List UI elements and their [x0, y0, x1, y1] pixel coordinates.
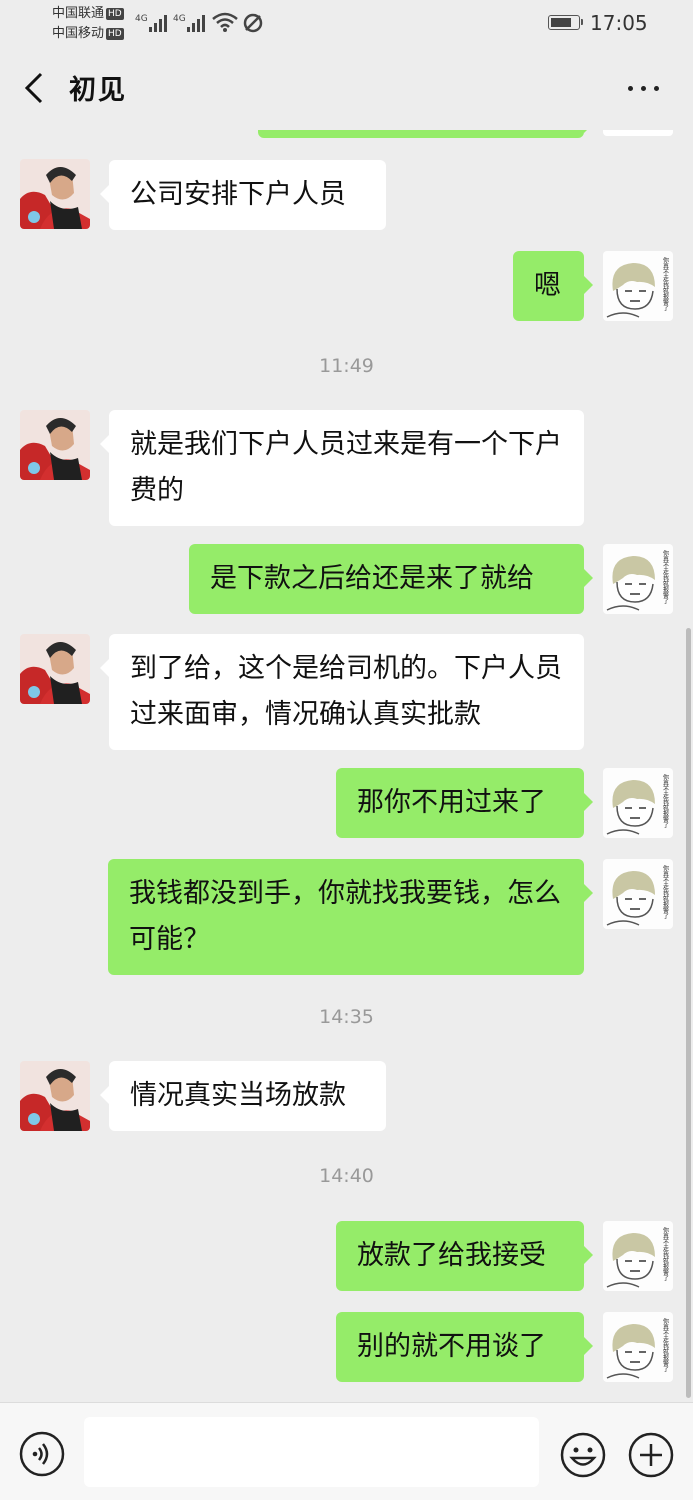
battery-icon — [548, 15, 583, 30]
contact-avatar-image — [20, 410, 90, 480]
message-bubble-in[interactable]: 到了给，这个是给司机的。下户人员过来面审，情况确认真实批款 — [100, 634, 584, 750]
svg-text:你再不走我就报警了: 你再不走我就报警了 — [662, 1317, 669, 1372]
contact-avatar-image — [20, 1061, 90, 1131]
my-avatar-image: 你再不走我就报警了 — [603, 768, 673, 838]
clock: 17:05 — [590, 11, 648, 35]
message-bubble-out[interactable]: 我钱都没到手，你就找我要钱，怎么可能？ — [108, 859, 593, 975]
scrollbar[interactable] — [686, 628, 691, 1398]
my-avatar[interactable]: 你再不走我就报警了 — [603, 1312, 673, 1382]
my-avatar-image: 你再不走我就报警了 — [603, 1221, 673, 1291]
contact-avatar[interactable] — [20, 634, 90, 704]
back-arrow-icon[interactable] — [20, 70, 50, 106]
message-bubble-out[interactable]: 那你不用过来了 — [336, 768, 593, 838]
svg-text:4G: 4G — [135, 14, 148, 24]
message-input[interactable] — [84, 1417, 539, 1487]
my-avatar[interactable] — [603, 130, 673, 136]
message-bubble-in[interactable]: 公司安排下户人员 — [100, 160, 386, 230]
voice-input-icon[interactable] — [19, 1431, 65, 1477]
my-avatar-image: 你再不走我就报警了 — [603, 251, 673, 321]
svg-text:4G: 4G — [173, 14, 186, 24]
my-avatar[interactable]: 你再不走我就报警了 — [603, 544, 673, 614]
emoji-icon[interactable] — [559, 1431, 607, 1479]
svg-text:你再不走我就报警了: 你再不走我就报警了 — [662, 1226, 669, 1281]
message-bubble-out[interactable]: 别的就不用谈了 — [336, 1312, 593, 1382]
message-bubble-in[interactable]: 情况真实当场放款 — [100, 1061, 386, 1131]
signal-icon-2: 4G — [173, 14, 205, 32]
contact-avatar-image — [20, 159, 90, 229]
my-avatar[interactable]: 你再不走我就报警了 — [603, 768, 673, 838]
chat-title: 初见 — [69, 75, 127, 106]
svg-text:你再不走我就报警了: 你再不走我就报警了 — [662, 549, 669, 604]
timestamp: 14:40 — [319, 1165, 374, 1187]
contact-avatar[interactable] — [20, 410, 90, 480]
status-bar: 中国联通 HD 中国移动 HD 4G 4G 17:05 — [0, 0, 693, 48]
plus-icon[interactable] — [627, 1431, 675, 1479]
signal-icon: 4G — [135, 14, 167, 32]
wifi-icon — [212, 12, 238, 32]
my-avatar[interactable]: 你再不走我就报警了 — [603, 251, 673, 321]
my-avatar-image: 你再不走我就报警了 — [603, 1312, 673, 1382]
more-options-icon[interactable] — [626, 76, 662, 100]
message-bubble-out[interactable]: 嗯 — [513, 251, 593, 321]
contact-avatar[interactable] — [20, 159, 90, 229]
app-notification-icon — [243, 13, 263, 33]
message-bubble-in[interactable]: 就是我们下户人员过来是有一个下户费的 — [100, 410, 584, 526]
input-bar — [0, 1402, 693, 1500]
contact-avatar-image — [20, 634, 90, 704]
my-avatar[interactable]: 你再不走我就报警了 — [603, 1221, 673, 1291]
chat-header: 初见 — [0, 48, 693, 130]
message-list[interactable]: 公司安排下户人员 你再不走我就报警了 嗯 11:49 就是我们下户人员过来是有一… — [0, 130, 693, 1402]
svg-text:你再不走我就报警了: 你再不走我就报警了 — [662, 256, 669, 311]
my-avatar-image: 你再不走我就报警了 — [603, 859, 673, 929]
message-bubble-out[interactable]: 放款了给我接受 — [336, 1221, 593, 1291]
my-avatar[interactable]: 你再不走我就报警了 — [603, 859, 673, 929]
svg-text:你再不走我就报警了: 你再不走我就报警了 — [662, 864, 669, 919]
svg-text:你再不走我就报警了: 你再不走我就报警了 — [662, 773, 669, 828]
message-bubble-partial[interactable] — [258, 130, 593, 138]
message-bubble-out[interactable]: 是下款之后给还是来了就给 — [189, 544, 593, 614]
contact-avatar[interactable] — [20, 1061, 90, 1131]
carrier-unicom: 中国联通 HD — [52, 6, 124, 21]
carrier-mobile: 中国移动 HD — [52, 26, 124, 41]
my-avatar-image: 你再不走我就报警了 — [603, 544, 673, 614]
timestamp: 14:35 — [319, 1006, 374, 1028]
timestamp: 11:49 — [319, 355, 374, 377]
